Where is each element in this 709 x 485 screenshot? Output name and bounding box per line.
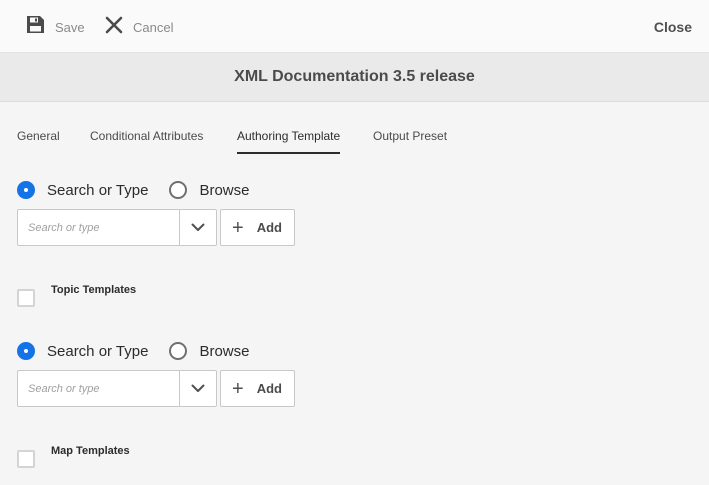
browse-radio[interactable] xyxy=(169,342,188,360)
source-radio-group: Search or Type Browse xyxy=(17,340,249,362)
chevron-down-icon xyxy=(191,219,205,237)
add-label: Add xyxy=(256,220,282,235)
dropdown-toggle-button[interactable] xyxy=(179,371,216,406)
search-or-type-radio[interactable] xyxy=(17,181,35,199)
map-templates-checkbox[interactable] xyxy=(17,450,35,468)
add-label: Add xyxy=(256,381,282,396)
cancel-button[interactable]: Cancel xyxy=(105,16,173,38)
title-bar: XML Documentation 3.5 release xyxy=(0,53,709,102)
cancel-label: Cancel xyxy=(133,19,174,35)
browse-label[interactable]: Browse xyxy=(199,182,249,199)
close-x-icon xyxy=(105,16,123,39)
floppy-disk-icon xyxy=(26,15,45,39)
chevron-down-icon xyxy=(191,380,205,398)
dropdown-toggle-button[interactable] xyxy=(179,210,216,245)
search-or-type-label[interactable]: Search or Type xyxy=(47,182,148,199)
add-button[interactable]: + Add xyxy=(220,370,295,407)
save-label: Save xyxy=(55,19,85,35)
topic-templates-label: Topic Templates xyxy=(51,284,137,296)
template-search-combobox xyxy=(17,209,217,246)
template-search-input[interactable] xyxy=(18,371,179,406)
search-or-type-radio[interactable] xyxy=(17,342,35,360)
browse-radio[interactable] xyxy=(169,181,188,199)
search-or-type-label[interactable]: Search or Type xyxy=(47,343,148,360)
save-button[interactable]: Save xyxy=(26,16,85,38)
template-search-input[interactable] xyxy=(18,210,179,245)
template-search-combobox xyxy=(17,370,217,407)
plus-icon: + xyxy=(232,377,244,400)
topic-templates-checkbox[interactable] xyxy=(17,289,35,307)
browse-label[interactable]: Browse xyxy=(199,343,249,360)
source-radio-group: Search or Type Browse xyxy=(17,179,249,201)
page-title: XML Documentation 3.5 release xyxy=(234,68,475,85)
map-templates-label: Map Templates xyxy=(51,445,130,457)
plus-icon: + xyxy=(232,216,244,239)
tab-general[interactable]: General xyxy=(17,129,60,154)
tab-output-preset[interactable]: Output Preset xyxy=(373,129,447,154)
tab-conditional-attributes[interactable]: Conditional Attributes xyxy=(90,129,203,154)
close-button[interactable]: Close xyxy=(654,19,692,35)
add-button[interactable]: + Add xyxy=(220,209,295,246)
tab-authoring-template[interactable]: Authoring Template xyxy=(237,129,341,154)
toolbar: Save Cancel Close xyxy=(0,0,709,53)
